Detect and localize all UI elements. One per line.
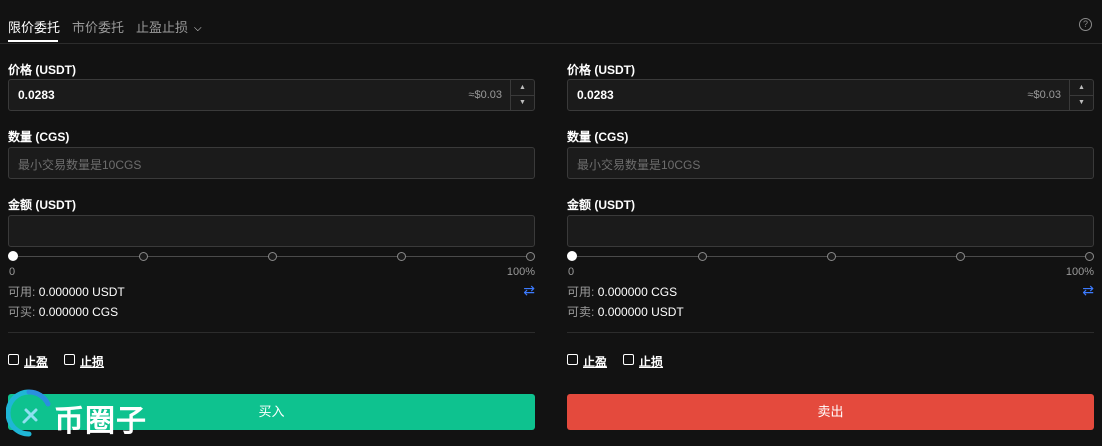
checkbox-icon (623, 354, 634, 365)
buy-price-input[interactable]: 0.0283 ≈$0.03 ▲ ▼ (8, 79, 535, 111)
buy-available-value: 0.000000 USDT (38, 285, 125, 299)
sell-take-profit-label: 止盈 (583, 355, 608, 369)
buy-price-stepper: ▲ ▼ (510, 80, 534, 110)
checkbox-icon (567, 354, 578, 365)
buy-price-value: 0.0283 (18, 88, 55, 102)
buy-slider-min: 0 (9, 266, 16, 278)
question-circle-icon[interactable]: ? (1079, 18, 1092, 31)
buy-can-key: 可买: (8, 305, 36, 319)
sell-price-label: 价格 (USDT) (567, 63, 635, 77)
sell-slider-handle[interactable] (567, 251, 577, 261)
sell-slider-tick-25[interactable] (698, 252, 707, 261)
buy-panel: 价格 (USDT) 0.0283 ≈$0.03 ▲ ▼ 数量 (CGS) 最小交… (8, 44, 535, 446)
sell-amount-label: 数量 (CGS) (567, 130, 629, 144)
buy-can-buy: 可买: 0.000000 CGS (8, 303, 118, 320)
tab-limit-order[interactable]: 限价委托 (8, 17, 60, 36)
triangle-down-icon[interactable]: ▼ (511, 95, 534, 110)
sell-available: 可用: 0.000000 CGS (567, 283, 677, 300)
sell-available-value: 0.000000 CGS (597, 285, 678, 299)
triangle-down-icon[interactable]: ▼ (1070, 95, 1093, 110)
buy-total-input[interactable] (8, 215, 535, 247)
sell-panel: 价格 (USDT) 0.0283 ≈$0.03 ▲ ▼ 数量 (CGS) 最小交… (567, 44, 1094, 446)
sell-total-input[interactable] (567, 215, 1094, 247)
sell-slider-min: 0 (568, 266, 575, 278)
triangle-up-icon[interactable]: ▲ (1070, 80, 1093, 96)
buy-amount-label: 数量 (CGS) (8, 130, 70, 144)
buy-can-value: 0.000000 CGS (38, 305, 119, 319)
buy-amount-placeholder: 最小交易数量是10CGS (18, 158, 142, 172)
buy-button[interactable]: 买入 (8, 394, 535, 430)
tab-tpsl-order[interactable]: 止盈止损 ⌵ (136, 17, 202, 36)
swap-icon[interactable]: ⇄ (1082, 282, 1094, 299)
buy-take-profit-label: 止盈 (24, 355, 49, 369)
sell-button[interactable]: 卖出 (567, 394, 1094, 430)
buy-slider-tick-25[interactable] (139, 252, 148, 261)
buy-slider-handle[interactable] (8, 251, 18, 261)
sell-slider-tick-100[interactable] (1085, 252, 1094, 261)
sell-price-approx: ≈$0.03 (1027, 89, 1061, 101)
buy-amount-input[interactable]: 最小交易数量是10CGS (8, 147, 535, 179)
buy-slider-max: 100% (506, 266, 535, 278)
buy-divider (8, 332, 535, 333)
checkbox-icon (8, 354, 19, 365)
swap-icon[interactable]: ⇄ (523, 282, 535, 299)
sell-divider (567, 332, 1094, 333)
tab-market-order[interactable]: 市价委托 (72, 17, 124, 36)
sell-can-key: 可卖: (567, 305, 595, 319)
sell-slider-tick-75[interactable] (956, 252, 965, 261)
triangle-up-icon[interactable]: ▲ (511, 80, 534, 96)
buy-slider-tick-100[interactable] (526, 252, 535, 261)
buy-available: 可用: 0.000000 USDT (8, 283, 125, 300)
sell-stop-loss-label: 止损 (639, 355, 664, 369)
sell-price-input[interactable]: 0.0283 ≈$0.03 ▲ ▼ (567, 79, 1094, 111)
checkbox-icon (64, 354, 75, 365)
sell-slider-tick-50[interactable] (827, 252, 836, 261)
buy-stop-loss-label: 止损 (80, 355, 105, 369)
sell-price-value: 0.0283 (577, 88, 614, 102)
order-type-tabs: 限价委托 市价委托 止盈止损 ⌵ ? (0, 0, 1102, 44)
buy-slider-tick-50[interactable] (268, 252, 277, 261)
sell-amount-placeholder: 最小交易数量是10CGS (577, 158, 701, 172)
sell-total-label: 金额 (USDT) (567, 198, 635, 212)
buy-price-label: 价格 (USDT) (8, 63, 76, 77)
buy-slider-tick-75[interactable] (397, 252, 406, 261)
sell-can-sell: 可卖: 0.000000 USDT (567, 303, 684, 320)
sell-price-stepper: ▲ ▼ (1069, 80, 1093, 110)
buy-available-key: 可用: (8, 285, 36, 299)
buy-total-label: 金额 (USDT) (8, 198, 76, 212)
sell-slider-max: 100% (1065, 266, 1094, 278)
sell-amount-input[interactable]: 最小交易数量是10CGS (567, 147, 1094, 179)
tab-tpsl-label: 止盈止损 (136, 20, 189, 35)
sell-available-key: 可用: (567, 285, 595, 299)
active-tab-underline (8, 40, 58, 42)
buy-price-approx: ≈$0.03 (468, 89, 502, 101)
sell-can-value: 0.000000 USDT (597, 305, 684, 319)
chevron-down-icon: ⌵ (194, 23, 202, 34)
